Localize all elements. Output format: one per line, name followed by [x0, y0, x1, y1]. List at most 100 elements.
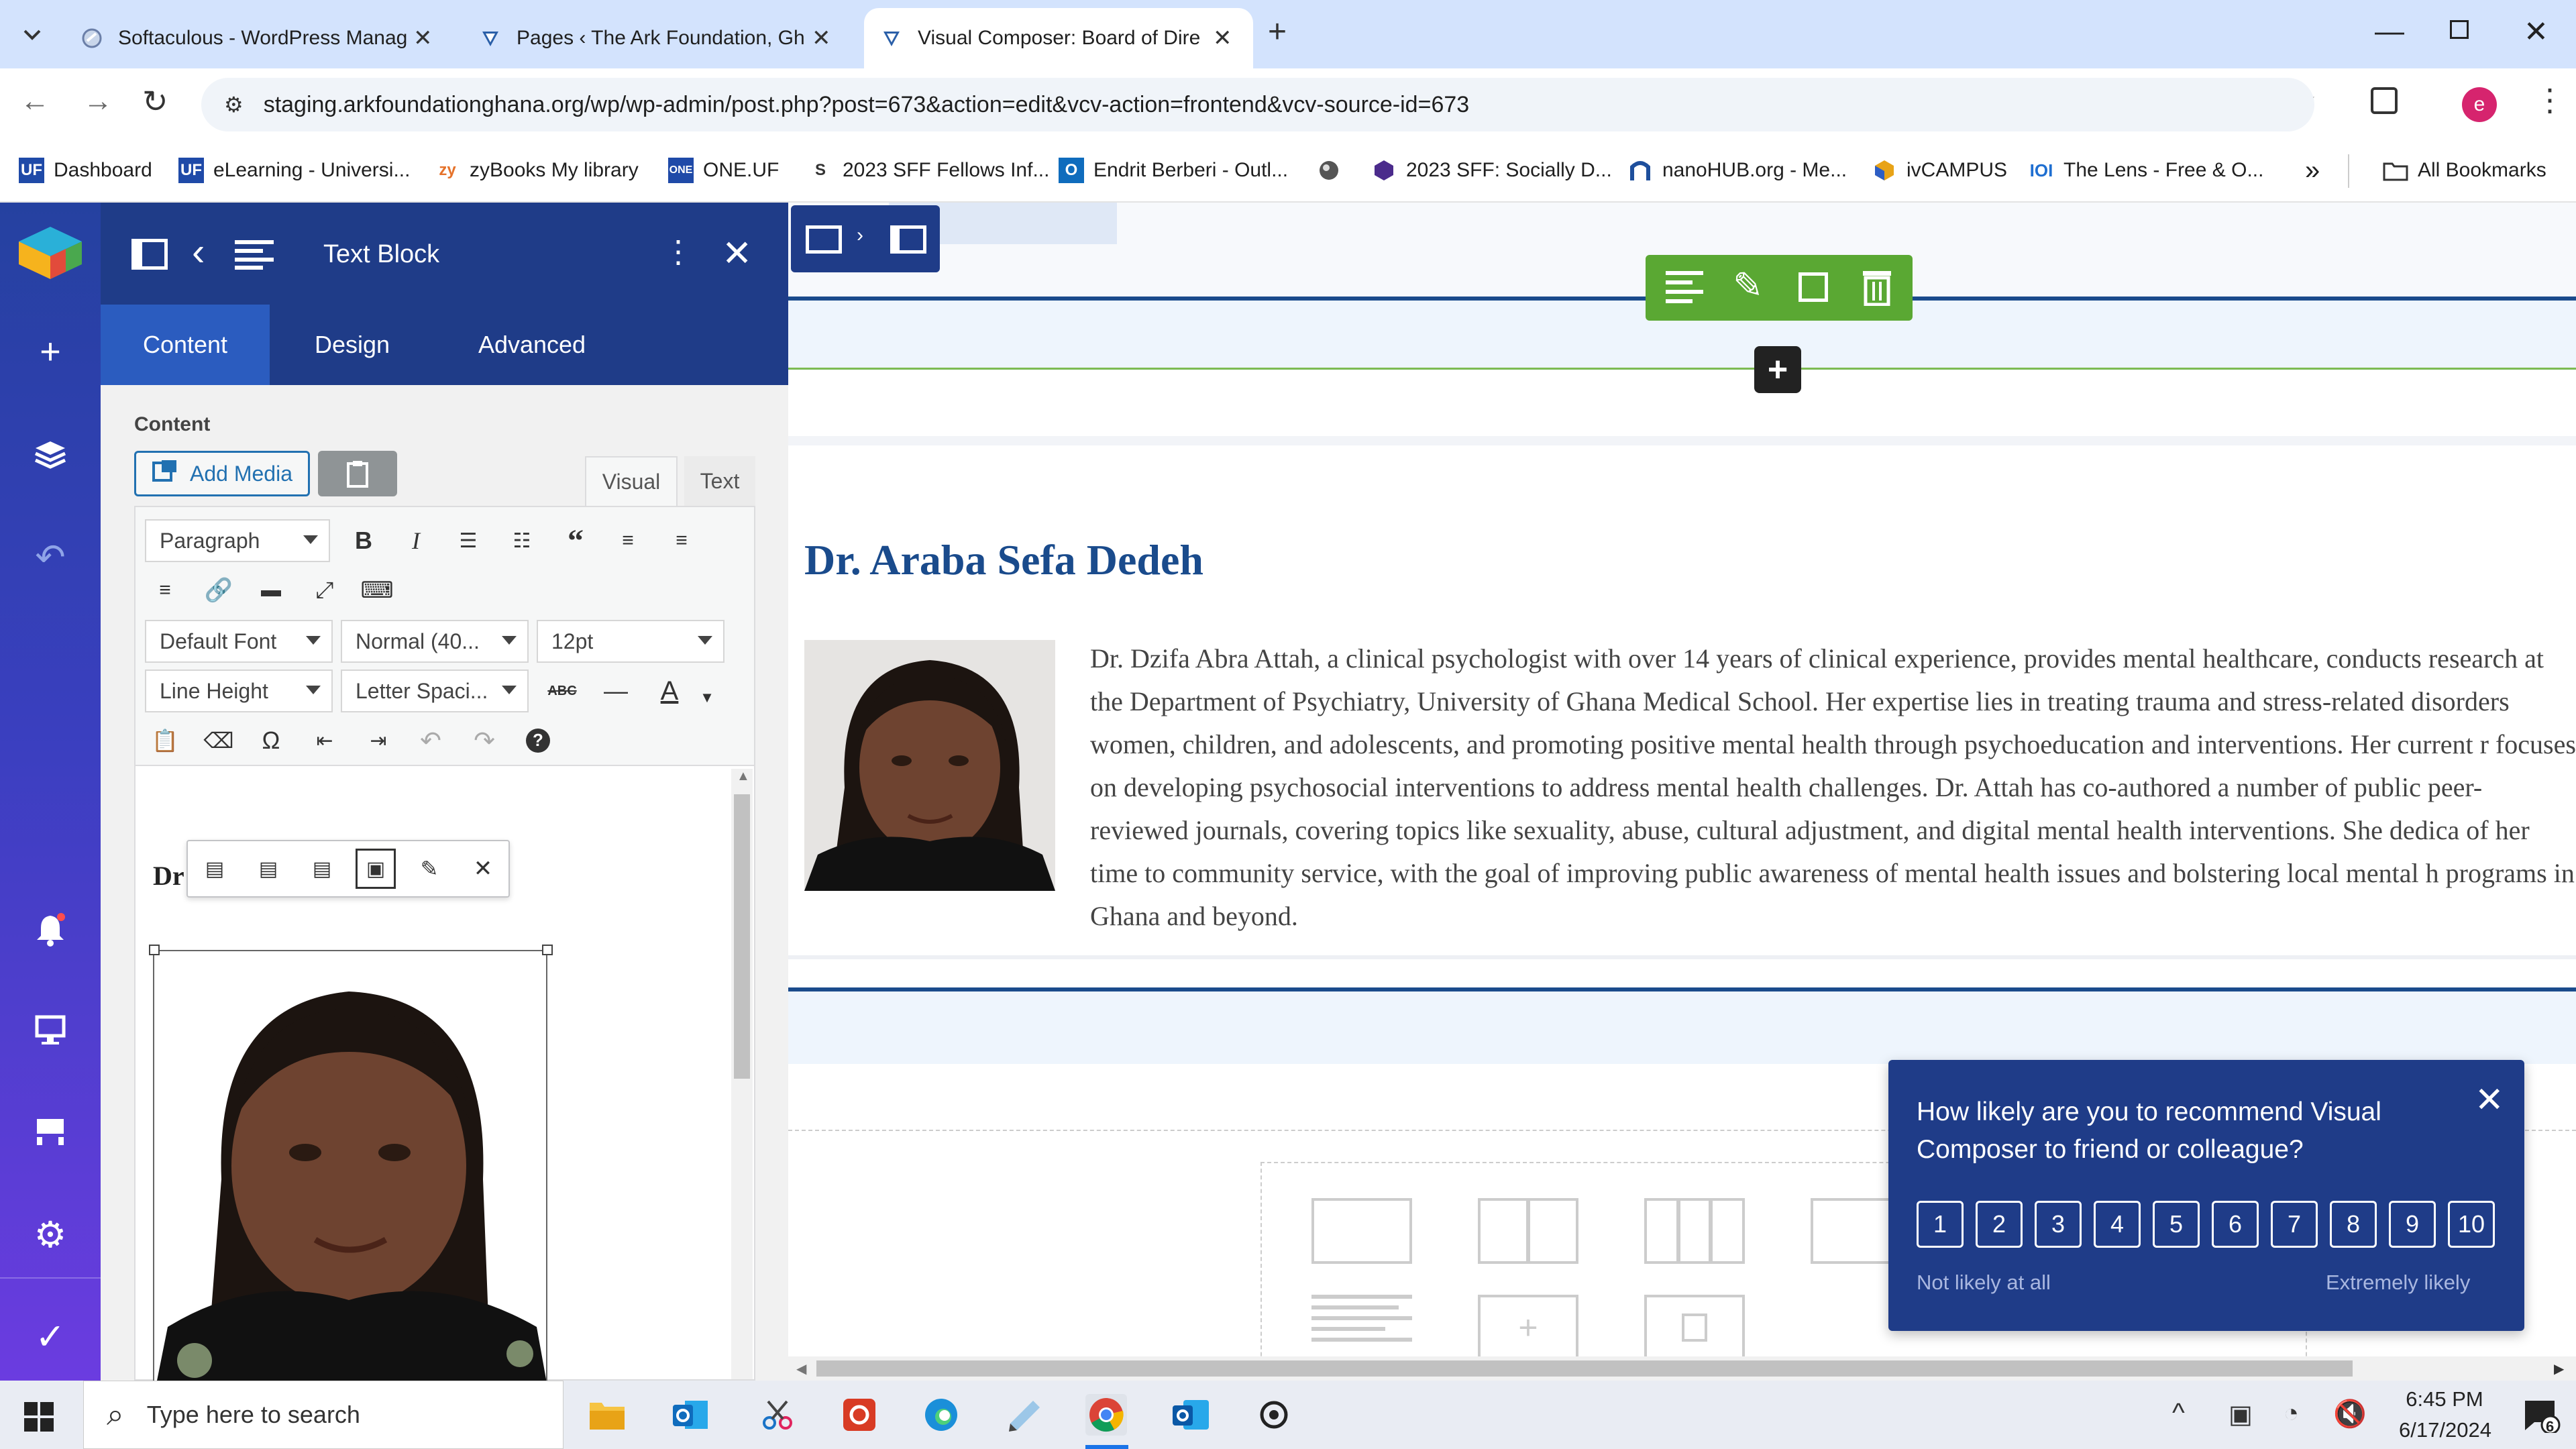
bookmark-outlook[interactable]: O Endrit Berberi - Outl... — [1059, 150, 1288, 191]
notifications-bell-icon[interactable] — [30, 910, 70, 950]
editor-selected-image[interactable] — [153, 950, 547, 1386]
minimize-button[interactable]: — — [2375, 15, 2404, 48]
bold-icon[interactable]: B — [343, 521, 384, 561]
clock-date[interactable]: 6/17/2024 — [2381, 1418, 2509, 1442]
bookmark-elearning[interactable]: UF eLearning - Universi... — [178, 150, 410, 191]
template-placeholder-icon[interactable] — [1644, 1295, 1745, 1360]
add-element-placeholder-icon[interactable]: + — [1478, 1295, 1578, 1360]
close-panel-icon[interactable]: ✕ — [722, 232, 752, 274]
score-button-5[interactable]: 5 — [2153, 1201, 2200, 1248]
score-button-6[interactable]: 6 — [2212, 1201, 2259, 1248]
profile-avatar[interactable]: e — [2462, 87, 2497, 122]
new-tab-button[interactable]: + — [1268, 13, 1287, 50]
read-more-icon[interactable]: ▬ — [251, 570, 291, 610]
score-button-10[interactable]: 10 — [2448, 1201, 2495, 1248]
fullscreen-icon[interactable]: ⤢ — [305, 570, 345, 610]
close-survey-icon[interactable]: ✕ — [2475, 1080, 2504, 1120]
edge-browser-icon[interactable] — [920, 1394, 962, 1436]
extensions-icon[interactable] — [2371, 87, 2398, 114]
snipping-tool-icon[interactable] — [757, 1394, 798, 1436]
align-left-icon[interactable]: ≡ — [608, 521, 648, 561]
back-chevron-icon[interactable]: ‹ — [192, 229, 205, 274]
add-element-plus-icon[interactable]: + — [1754, 346, 1801, 393]
windows-start-icon[interactable] — [24, 1402, 54, 1435]
add-element-icon[interactable]: + — [30, 331, 70, 372]
scrollbar-thumb[interactable] — [734, 794, 750, 1079]
help-icon[interactable]: ? — [518, 720, 558, 761]
clipboard-button[interactable] — [318, 451, 397, 496]
panel-more-icon[interactable]: ⋮ — [663, 233, 694, 270]
bookmark-ivcampus[interactable]: ivCAMPUS — [1872, 150, 2007, 191]
align-center-icon[interactable]: ≡ — [661, 521, 702, 561]
text-color-icon[interactable]: A — [649, 671, 690, 711]
publish-check-icon[interactable]: ✓ — [30, 1316, 70, 1357]
notification-center-icon[interactable] — [2524, 1399, 2561, 1436]
all-bookmarks-button[interactable]: All Bookmarks — [2383, 150, 2546, 191]
vc-logo[interactable] — [15, 225, 86, 280]
bookmark-dashboard[interactable]: UF Dashboard — [19, 150, 152, 191]
outdent-icon[interactable]: ⇤ — [305, 720, 345, 761]
link-icon[interactable]: 🔗 — [199, 570, 239, 610]
scroll-left-arrow-icon[interactable]: ◀ — [796, 1360, 806, 1377]
bullet-list-icon[interactable]: ☰ — [448, 521, 488, 561]
close-tab-icon[interactable]: ✕ — [413, 25, 433, 52]
editor-scrollbar[interactable]: ▲ — [731, 769, 753, 1379]
strikethrough-icon[interactable]: ABC — [542, 671, 582, 711]
reload-button[interactable]: ↻ — [142, 83, 168, 119]
font-family-select[interactable]: Default Font — [145, 620, 333, 663]
close-window-button[interactable]: ✕ — [2524, 15, 2548, 49]
score-button-7[interactable]: 7 — [2271, 1201, 2318, 1248]
browser-tab-pages[interactable]: Pages ‹ The Ark Foundation, Gh ✕ — [463, 8, 859, 68]
horizontal-line-icon[interactable]: — — [596, 671, 636, 711]
forward-button[interactable]: → — [83, 85, 113, 118]
bookmark-one-uf[interactable]: ONE ONE.UF — [668, 150, 779, 191]
network-wifi-icon[interactable]: ◔ — [2284, 1399, 2299, 1428]
toolbar-toggle-icon[interactable]: ⌨ — [357, 570, 397, 610]
edit-pencil-icon[interactable]: ✎ — [1733, 264, 1763, 307]
bookmark-sff-socially[interactable]: 2023 SFF: Socially D... — [1371, 150, 1612, 191]
line-height-select[interactable]: Line Height — [145, 669, 333, 712]
resize-handle[interactable] — [542, 945, 553, 955]
tab-design[interactable]: Design — [270, 305, 435, 385]
volume-muted-icon[interactable]: 🔇 — [2333, 1398, 2367, 1430]
score-button-9[interactable]: 9 — [2389, 1201, 2436, 1248]
back-button[interactable]: ← — [20, 85, 50, 118]
text-editor-tab[interactable]: Text — [684, 456, 755, 506]
settings-gear-icon[interactable]: ⚙ — [30, 1214, 70, 1255]
meet-now-icon[interactable]: ▣ — [2229, 1399, 2253, 1430]
scroll-right-arrow-icon[interactable]: ▶ — [2554, 1360, 2564, 1377]
restore-button[interactable] — [2450, 20, 2469, 39]
redo-icon[interactable]: ↷ — [464, 720, 504, 761]
align-image-none-icon[interactable]: ▣ — [356, 849, 396, 889]
outlook-app-icon[interactable] — [669, 1394, 711, 1436]
layers-icon[interactable] — [30, 435, 70, 475]
browser-tab-softaculous[interactable]: Softaculous - WordPress Manag ✕ — [64, 8, 460, 68]
chrome-browser-icon[interactable] — [1085, 1394, 1127, 1436]
layout-two-columns[interactable] — [1478, 1198, 1578, 1264]
clone-icon[interactable] — [1799, 272, 1828, 302]
bookmark-nanohub[interactable]: nanoHUB.org - Me... — [1627, 150, 1847, 191]
bookmark-sff-fellows[interactable]: S 2023 SFF Fellows Inf... — [808, 150, 1049, 191]
edit-image-pencil-icon[interactable]: ✎ — [409, 849, 449, 889]
browser-tab-visual-composer[interactable]: Visual Composer: Board of Dire ✕ — [864, 8, 1253, 68]
score-button-3[interactable]: 3 — [2035, 1201, 2082, 1248]
score-button-4[interactable]: 4 — [2094, 1201, 2141, 1248]
tab-advanced[interactable]: Advanced — [435, 305, 629, 385]
show-hidden-icons-chevron-icon[interactable]: ^ — [2172, 1398, 2185, 1428]
close-tab-icon[interactable]: ✕ — [812, 25, 831, 52]
bookmark-the-lens[interactable]: IOI The Lens - Free & O... — [2029, 150, 2264, 191]
score-button-8[interactable]: 8 — [2330, 1201, 2377, 1248]
notes-app-icon[interactable] — [1004, 1394, 1045, 1436]
more-menu-icon[interactable]: ⋮ — [2534, 82, 2565, 118]
text-block-icon[interactable] — [1666, 271, 1703, 307]
horizontal-scrollbar[interactable]: ◀ ▶ — [788, 1356, 2576, 1381]
resize-handle[interactable] — [149, 945, 160, 955]
layout-one-column[interactable] — [1311, 1198, 1412, 1264]
visual-editor-tab[interactable]: Visual — [585, 456, 678, 506]
office-app-icon[interactable] — [839, 1394, 880, 1436]
format-select[interactable]: Paragraph — [145, 519, 330, 562]
align-image-center-icon[interactable]: ▤ — [248, 849, 288, 889]
align-image-left-icon[interactable]: ▤ — [195, 849, 235, 889]
taskbar-search-box[interactable]: ⌕ Type here to search — [83, 1381, 564, 1449]
remove-image-icon[interactable]: ✕ — [463, 849, 503, 889]
